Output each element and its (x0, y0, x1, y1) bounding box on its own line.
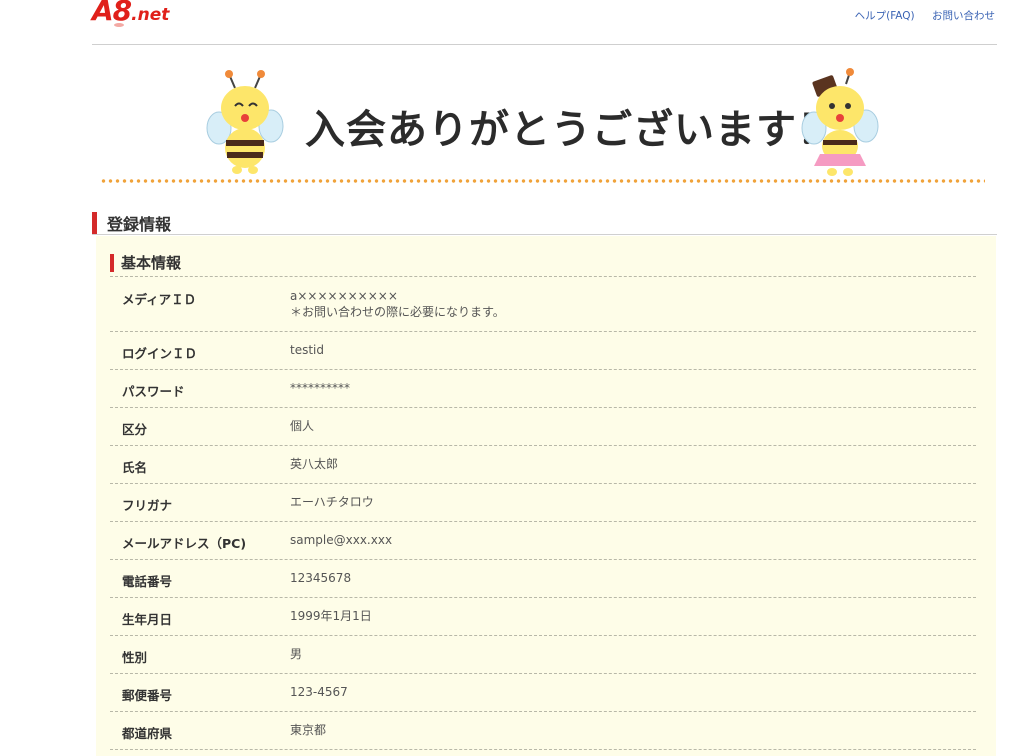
info-row-prefecture: 都道府県 東京都 (110, 712, 976, 750)
bee-mascot-right-icon (801, 68, 879, 176)
contact-link[interactable]: お問い合わせ (932, 10, 995, 22)
info-value: エーハチタロウ (290, 495, 374, 509)
info-row-postal-code: 郵便番号 123-4567 (110, 674, 976, 712)
logo-main: A8 (92, 0, 132, 27)
info-value: testid (290, 343, 324, 357)
info-value: ********** (290, 381, 350, 395)
logo-smile (114, 23, 124, 27)
section-title: 登録情報 (92, 206, 997, 235)
info-row-media-id: メディアＩＤ a×××××××××× ＊お問い合わせの際に必要になります。 (110, 277, 976, 332)
info-row-login-id: ログインＩＤ testid (110, 332, 976, 370)
info-row-name: 氏名 英八太郎 (110, 446, 976, 484)
info-label: 区分 (122, 422, 148, 437)
site-header: A8.net ヘルプ(FAQ) お問い合わせ (92, 0, 997, 45)
info-label: パスワード (122, 384, 185, 399)
info-value: 12345678 (290, 571, 352, 585)
info-note: ＊お問い合わせの際に必要になります。 (290, 305, 505, 319)
info-label: 氏名 (122, 460, 148, 475)
info-value: 1999年1月1日 (290, 609, 372, 623)
bee-mascot-left-icon (206, 70, 284, 174)
panel-accent-bar (110, 254, 114, 272)
info-label: フリガナ (122, 498, 173, 513)
info-value: 123-4567 (290, 685, 348, 699)
logo-suffix: .net (131, 5, 170, 25)
info-label: 電話番号 (122, 574, 173, 589)
info-row-furigana: フリガナ エーハチタロウ (110, 484, 976, 522)
info-row-email: メールアドレス（PC) sample@xxx.xxx (110, 522, 976, 560)
info-value: 男 (290, 647, 303, 661)
info-row-phone: 電話番号 12345678 (110, 560, 976, 598)
info-value: 東京都 (290, 723, 327, 737)
info-label: ログインＩＤ (122, 346, 198, 361)
info-label: 生年月日 (122, 612, 173, 627)
info-row-gender: 性別 男 (110, 636, 976, 674)
panel-title: 基本情報 (110, 250, 976, 277)
section-accent-bar (92, 212, 97, 234)
info-row-birthdate: 生年月日 1999年1月1日 (110, 598, 976, 636)
dotted-divider (100, 178, 985, 184)
info-label: メディアＩＤ (122, 292, 197, 307)
info-label: 郵便番号 (122, 688, 173, 703)
welcome-banner: 入会ありがとうございます！ (100, 62, 990, 190)
info-row-password: パスワード ********** (110, 370, 976, 408)
a8net-logo[interactable]: A8.net (92, 0, 169, 27)
info-label: 都道府県 (122, 726, 173, 741)
info-value: 英八太郎 (290, 457, 339, 471)
basic-info-panel: 基本情報 メディアＩＤ a×××××××××× ＊お問い合わせの際に必要になりま… (96, 236, 996, 756)
info-value: a×××××××××× (290, 289, 398, 303)
info-label: メールアドレス（PC) (122, 536, 247, 551)
info-value: sample@xxx.xxx (290, 533, 393, 547)
info-row-category: 区分 個人 (110, 408, 976, 446)
section-title-text: 登録情報 (107, 215, 172, 234)
panel-title-text: 基本情報 (121, 254, 182, 272)
header-links: ヘルプ(FAQ) お問い合わせ (841, 8, 995, 23)
info-value: 個人 (290, 419, 315, 433)
info-label: 性別 (122, 650, 148, 665)
welcome-title: 入会ありがとうございます！ (305, 107, 838, 153)
help-faq-link[interactable]: ヘルプ(FAQ) (855, 10, 915, 22)
